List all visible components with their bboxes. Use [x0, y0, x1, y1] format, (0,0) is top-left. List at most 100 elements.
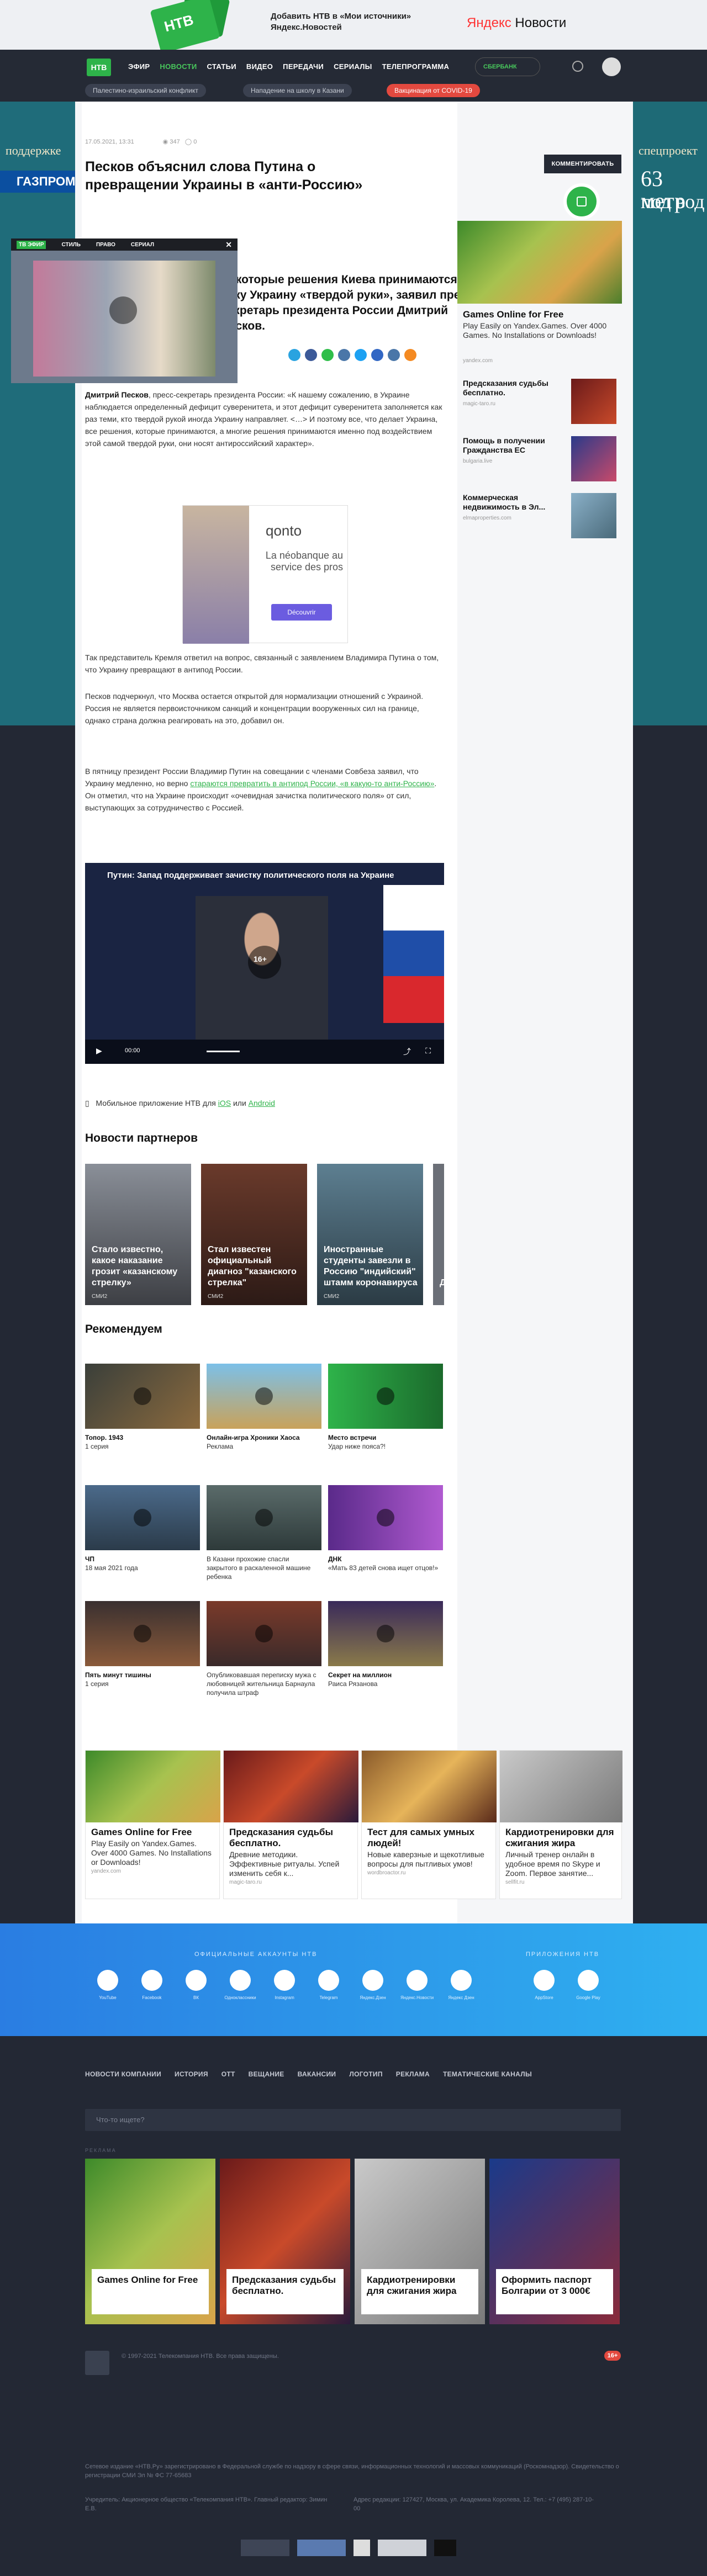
recommend-card[interactable]: Онлайн-игра Хроники Хаоса Реклама: [207, 1364, 321, 1451]
footer-link[interactable]: ЛОГОТИП: [349, 2070, 382, 2078]
article-lead: Некоторые решения Киева принимаются под …: [221, 273, 482, 332]
play-small-icon[interactable]: ▶: [96, 1046, 102, 1056]
facebook-icon[interactable]: Facebook: [135, 1970, 168, 2000]
ad-card[interactable]: Games Online for Free Play Easily on Yand…: [85, 1750, 220, 1899]
telegram-share-icon[interactable]: [288, 349, 300, 361]
aside-ad-row[interactable]: Помощь в получении Гражданства ЕС bulgari…: [463, 436, 623, 486]
partner-card[interactable]: Д...: [433, 1164, 444, 1305]
recommend-card[interactable]: ДНК «Мать 83 детей снова ищет отцов!»: [328, 1485, 443, 1572]
tag-palestine[interactable]: Палестино-израильский конфликт: [85, 84, 206, 97]
twitter-share-icon[interactable]: [355, 349, 367, 361]
footer-link[interactable]: РЕКЛАМА: [396, 2070, 430, 2078]
footer-link[interactable]: ОТТ: [221, 2070, 235, 2078]
counter-badge: [378, 2540, 426, 2556]
ntv-footer-logo: [85, 2351, 109, 2375]
nav-news[interactable]: НОВОСТИ: [160, 62, 197, 71]
ad-card[interactable]: Тест для самых умных людей! Новые каверзн…: [361, 1750, 497, 1899]
footer-link[interactable]: ТЕМАТИЧЕСКИЕ КАНАЛЫ: [443, 2070, 532, 2078]
left-side-ad[interactable]: поддержке ГАЗПРОМ: [0, 102, 75, 725]
sber-button[interactable]: СБЕРБАНК: [475, 57, 540, 76]
footer-ad-card[interactable]: Кардиотренировки для сжигания жира: [355, 2159, 485, 2324]
tab-style[interactable]: СТИЛЬ: [61, 242, 80, 248]
nav-shows[interactable]: ПЕРЕДАЧИ: [283, 62, 324, 71]
footer-ad-card[interactable]: Предсказания судьбы бесплатно.: [220, 2159, 350, 2324]
footer-link[interactable]: ВАКАНСИИ: [298, 2070, 336, 2078]
search-icon[interactable]: [572, 61, 583, 72]
footer-link[interactable]: ВЕЩАНИЕ: [249, 2070, 284, 2078]
qonto-ad[interactable]: qonto La néobanque au service des pros D…: [182, 505, 348, 644]
ok-share-icon[interactable]: [404, 349, 416, 361]
recommend-card[interactable]: В Казани прохожие спасли закрытого в рас…: [207, 1485, 321, 1581]
nav-efir[interactable]: ЭФИР: [128, 62, 150, 71]
tag-covid[interactable]: Вакцинация от COVID-19: [387, 84, 480, 97]
vk2-share-icon[interactable]: [388, 349, 400, 361]
nav-tv-guide[interactable]: ТЕЛЕПРОГРАММА: [382, 62, 450, 71]
partner-card[interactable]: Стало известно, какое наказание грозит «…: [85, 1164, 191, 1305]
nav-articles[interactable]: СТАТЬИ: [207, 62, 236, 71]
close-icon[interactable]: ✕: [225, 240, 232, 250]
play-icon[interactable]: [109, 296, 137, 324]
tab-tv-efir[interactable]: ТВ ЭФИР: [17, 240, 46, 249]
aside-ad-row[interactable]: Предсказания судьбы бесплатно. magic-taro…: [463, 379, 623, 428]
footer-link[interactable]: ИСТОРИЯ: [175, 2070, 208, 2078]
article-link[interactable]: стараются превратить в антипод России, «…: [190, 779, 434, 788]
player-tabs: ТВ ЭФИР СТИЛЬ ПРАВО СЕРИАЛ ✕: [11, 238, 238, 251]
recommend-card[interactable]: Место встречи Удар ниже пояса?!: [328, 1364, 443, 1451]
footer-link[interactable]: НОВОСТИ КОМПАНИИ: [85, 2070, 161, 2078]
moimir-share-icon[interactable]: [371, 349, 383, 361]
qonto-button[interactable]: Découvrir: [271, 604, 332, 621]
contacts-right: Адрес редакции: 127427, Москва, ул. Акад…: [354, 2497, 594, 2512]
recommend-card[interactable]: ЧП 18 мая 2021 года: [85, 1485, 200, 1572]
share-icon[interactable]: ⤴: [403, 1046, 411, 1057]
google-play-icon[interactable]: Google Play: [572, 1970, 605, 2000]
user-avatar-icon[interactable]: [602, 57, 621, 76]
counter-badge: [354, 2540, 370, 2556]
tag-kazan[interactable]: Нападение на школу в Казани: [243, 84, 352, 97]
aside-ad-row[interactable]: Коммерческая недвижимость в Эл... elmapro…: [463, 493, 623, 543]
apps-title: ПРИЛОЖЕНИЯ НТВ: [526, 1951, 600, 1958]
ios-link[interactable]: iOS: [218, 1099, 231, 1107]
add-comment-icon[interactable]: [563, 183, 600, 220]
footer-ad-card[interactable]: Оформить паспорт Болгарии от 3 000€: [489, 2159, 620, 2324]
ok-icon[interactable]: Одноклассники: [224, 1970, 257, 2000]
recommend-card[interactable]: Пять минут тишины 1 серия: [85, 1601, 200, 1688]
right-side-ad[interactable]: спецпроект 63 метр под вод: [633, 102, 707, 725]
aside-ad-title[interactable]: Games Online for Free: [463, 309, 618, 320]
volume-slider[interactable]: [207, 1051, 240, 1052]
partner-card[interactable]: Стал известен официальный диагноз "казан…: [201, 1164, 307, 1305]
tab-law[interactable]: ПРАВО: [96, 242, 115, 248]
ntv-logo[interactable]: НТВ: [87, 59, 111, 76]
footer-ad-label: РЕКЛАМА: [85, 2148, 117, 2153]
article-title: Песков объяснил слова Путина о превращен…: [85, 159, 363, 193]
recommend-card[interactable]: Секрет на миллион Раиса Рязанова: [328, 1601, 443, 1688]
partner-card[interactable]: Иностранные студенты завезли в Россию "и…: [317, 1164, 423, 1305]
yandex-news-promo[interactable]: НТВ Добавить НТВ в «Мои источники» Яндек…: [0, 0, 707, 54]
nav-series[interactable]: СЕРИАЛЫ: [334, 62, 372, 71]
floating-live-player[interactable]: ТВ ЭФИР СТИЛЬ ПРАВО СЕРИАЛ ✕: [11, 238, 238, 383]
zen-icon[interactable]: Яндекс.Дзен: [356, 1970, 389, 2000]
telegram-icon[interactable]: Telegram: [312, 1970, 345, 2000]
tab-serial[interactable]: СЕРИАЛ: [131, 242, 154, 248]
vk-icon[interactable]: ВК: [180, 1970, 213, 2000]
aside-ad-image[interactable]: [457, 221, 622, 304]
appstore-icon[interactable]: AppStore: [527, 1970, 561, 2000]
video-player[interactable]: Путин: Запад поддерживает зачистку полит…: [85, 863, 444, 1064]
fullscreen-icon[interactable]: ⛶: [425, 1046, 431, 1056]
whatsapp-share-icon[interactable]: [321, 349, 334, 361]
footer-ad-card[interactable]: Games Online for Free: [85, 2159, 215, 2324]
nav-video[interactable]: ВИДЕО: [246, 62, 273, 71]
ad-card[interactable]: Предсказания судьбы бесплатно. Древние ме…: [223, 1750, 358, 1899]
recommend-card[interactable]: Топор. 1943 1 серия: [85, 1364, 200, 1451]
yandex-zen-icon[interactable]: Яндекс Дзен: [445, 1970, 478, 2000]
vk-share-icon[interactable]: [338, 349, 350, 361]
instagram-icon[interactable]: Instagram: [268, 1970, 301, 2000]
footer-search-input[interactable]: Что-то ищете?: [85, 2109, 621, 2131]
ad-card[interactable]: Кардиотренировки для сжигания жира Личный…: [499, 1750, 622, 1899]
facebook-share-icon[interactable]: [305, 349, 317, 361]
youtube-icon[interactable]: YouTube: [91, 1970, 124, 2000]
counter-badge: [434, 2540, 456, 2556]
comment-button[interactable]: КОММЕНТИРОВАТЬ: [544, 155, 621, 173]
android-link[interactable]: Android: [249, 1099, 275, 1107]
recommend-card[interactable]: Опубликовавшая переписку мужа с любовниц…: [207, 1601, 321, 1697]
yandex-news-icon[interactable]: Яндекс.Новости: [400, 1970, 434, 2000]
